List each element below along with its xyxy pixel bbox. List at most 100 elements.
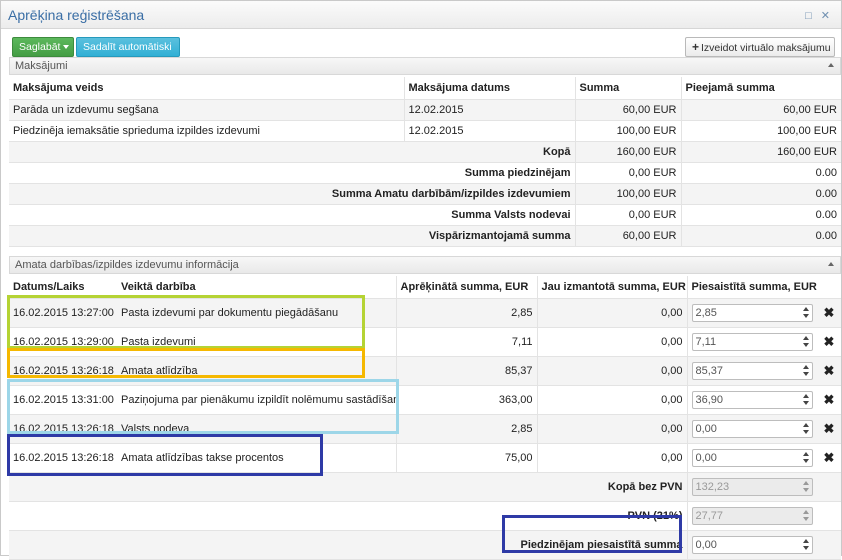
remove-icon[interactable]: ✖ bbox=[817, 414, 841, 444]
payment-type: Parāda un izdevumu segšana bbox=[9, 99, 404, 121]
window-controls[interactable]: □ ✕ bbox=[805, 9, 833, 22]
summary-available: 0.00 bbox=[680, 225, 841, 247]
title-bar: Aprēķina reģistrēšana □ ✕ bbox=[1, 1, 841, 29]
table-row[interactable]: 16.02.2015 13:26:18 Amata atlīdzība 85,3… bbox=[9, 356, 841, 386]
payments-header-row: Maksājuma veids Maksājuma datums Summa P… bbox=[9, 77, 841, 100]
assigned-amount-stepper[interactable] bbox=[691, 332, 813, 351]
column-header[interactable]: Jau izmantotā summa, EUR bbox=[536, 276, 687, 299]
assigned-amount-input[interactable] bbox=[692, 420, 812, 437]
column-header[interactable]: Piesaistītā summa, EUR bbox=[686, 276, 817, 299]
creditor-assigned-input[interactable] bbox=[692, 536, 812, 553]
payment-amount: 100,00 EUR bbox=[574, 120, 681, 142]
summary-amount: 100,00 EUR bbox=[574, 183, 681, 205]
assigned-amount-stepper[interactable] bbox=[691, 448, 813, 467]
activity-action: Paziņojuma par pienākumu izpildīt nolēmu… bbox=[117, 385, 396, 415]
create-virtual-payment-label: Izveidot virtuālo maksājumu bbox=[701, 42, 831, 54]
summary-label: Vispārizmantojamā summa bbox=[9, 225, 575, 247]
table-row[interactable]: 16.02.2015 13:26:18 Valsts nodeva 2,85 0… bbox=[9, 414, 841, 444]
totals-row: Kopā bez PVN bbox=[9, 472, 841, 502]
remove-icon[interactable]: ✖ bbox=[817, 443, 841, 473]
assigned-amount-input[interactable] bbox=[692, 449, 812, 466]
assigned-amount-stepper[interactable] bbox=[691, 361, 813, 380]
total-label: Kopā bez PVN bbox=[9, 472, 687, 502]
remove-icon[interactable]: ✖ bbox=[817, 385, 841, 415]
assigned-amount-input[interactable] bbox=[692, 304, 812, 321]
summary-row: Summa Valsts nodevai 0,00 EUR 0.00 bbox=[9, 204, 841, 226]
summary-label: Kopā bbox=[9, 141, 575, 163]
spinner-arrows-icon[interactable] bbox=[803, 306, 809, 318]
payment-available: 60,00 EUR bbox=[680, 99, 841, 121]
activity-action: Amata atlīdzības takse procentos bbox=[117, 443, 396, 473]
summary-amount: 60,00 EUR bbox=[574, 225, 681, 247]
activity-calculated: 7,11 bbox=[395, 327, 537, 357]
spinner-arrows-icon[interactable] bbox=[803, 364, 809, 376]
table-row[interactable]: 16.02.2015 13:26:18 Amata atlīdzības tak… bbox=[9, 443, 841, 473]
assigned-amount-input[interactable] bbox=[692, 333, 812, 350]
creditor-assigned-stepper[interactable] bbox=[691, 535, 813, 554]
summary-available: 160,00 EUR bbox=[680, 141, 841, 163]
remove-icon[interactable]: ✖ bbox=[817, 356, 841, 386]
table-row[interactable]: 16.02.2015 13:27:00 Pasta izdevumi par d… bbox=[9, 298, 841, 328]
total-without-vat-input bbox=[692, 478, 812, 495]
table-row[interactable]: 16.02.2015 13:31:00 Paziņojuma par pienā… bbox=[9, 385, 841, 415]
activities-section-header[interactable]: Amata darbības/izpildes izdevumu informā… bbox=[9, 256, 841, 274]
activity-datetime: 16.02.2015 13:29:00 bbox=[9, 327, 117, 357]
assigned-amount-stepper[interactable] bbox=[691, 419, 813, 438]
total-label: Piedzinējam piesaistītā summa bbox=[9, 530, 687, 560]
spinner-arrows-icon[interactable] bbox=[803, 422, 809, 434]
window: Aprēķina reģistrēšana □ ✕ Saglabāt Sadal… bbox=[0, 0, 842, 560]
remove-icon[interactable]: ✖ bbox=[817, 298, 841, 328]
collapse-icon[interactable] bbox=[828, 63, 834, 67]
assigned-amount-input[interactable] bbox=[692, 362, 812, 379]
summary-amount: 0,00 EUR bbox=[574, 204, 681, 226]
activities-header-row: Datums/Laiks Veiktā darbība Aprēķinātā s… bbox=[9, 276, 841, 299]
activity-calculated: 75,00 bbox=[395, 443, 537, 473]
column-header[interactable]: Maksājuma datums bbox=[403, 77, 575, 100]
activity-used: 0,00 bbox=[536, 443, 687, 473]
auto-split-button[interactable]: Sadalīt automātiski bbox=[76, 37, 180, 57]
payment-date: 12.02.2015 bbox=[403, 120, 575, 142]
summary-row: Summa piedzinējam 0,00 EUR 0.00 bbox=[9, 162, 841, 184]
spinner-arrows-icon[interactable] bbox=[803, 393, 809, 405]
total-label: PVN (21%) bbox=[9, 501, 687, 531]
table-row[interactable]: Piedzinēja iemaksātie sprieduma izpildes… bbox=[9, 120, 841, 142]
summary-label: Summa Valsts nodevai bbox=[9, 204, 575, 226]
summary-row: Vispārizmantojamā summa 60,00 EUR 0.00 bbox=[9, 225, 841, 247]
summary-row: Summa Amatu darbībām/izpildes izdevumiem… bbox=[9, 183, 841, 205]
create-virtual-payment-button[interactable]: + Izveidot virtuālo maksājumu bbox=[685, 37, 835, 57]
column-header[interactable]: Veiktā darbība bbox=[117, 276, 396, 299]
activity-calculated: 85,37 bbox=[395, 356, 537, 386]
activity-used: 0,00 bbox=[536, 385, 687, 415]
spinner-arrows-icon[interactable] bbox=[803, 451, 809, 463]
collapse-icon[interactable] bbox=[828, 262, 834, 266]
column-header[interactable]: Summa bbox=[574, 77, 681, 100]
summary-amount: 0,00 EUR bbox=[574, 162, 681, 184]
summary-available: 0.00 bbox=[680, 162, 841, 184]
activities-section-title: Amata darbības/izpildes izdevumu informā… bbox=[15, 259, 239, 271]
spinner-arrows-icon[interactable] bbox=[803, 538, 809, 550]
remove-icon[interactable]: ✖ bbox=[817, 327, 841, 357]
chevron-down-icon bbox=[63, 45, 70, 50]
activity-calculated: 2,85 bbox=[395, 298, 537, 328]
summary-available: 0.00 bbox=[680, 183, 841, 205]
table-row[interactable]: Parāda un izdevumu segšana 12.02.2015 60… bbox=[9, 99, 841, 121]
save-button[interactable]: Saglabāt bbox=[12, 37, 74, 57]
summary-row: Kopā 160,00 EUR 160,00 EUR bbox=[9, 141, 841, 163]
activity-action: Pasta izdevumi par dokumentu piegādāšanu bbox=[117, 298, 396, 328]
spinner-arrows-icon[interactable] bbox=[803, 335, 809, 347]
column-header[interactable]: Pieejamā summa bbox=[680, 77, 841, 100]
column-header[interactable]: Maksājuma veids bbox=[9, 77, 404, 100]
column-header[interactable]: Datums/Laiks bbox=[9, 276, 117, 299]
spinner-arrows-icon bbox=[803, 509, 809, 521]
assigned-amount-stepper[interactable] bbox=[691, 303, 813, 322]
activities-table: Datums/Laiks Veiktā darbība Aprēķinātā s… bbox=[9, 276, 841, 560]
column-header[interactable]: Aprēķinātā summa, EUR bbox=[395, 276, 537, 299]
totals-row: PVN (21%) bbox=[9, 501, 841, 531]
payments-section-header[interactable]: Maksājumi bbox=[9, 57, 841, 75]
table-row[interactable]: 16.02.2015 13:29:00 Pasta izdevumi 7,11 … bbox=[9, 327, 841, 357]
assigned-amount-stepper[interactable] bbox=[691, 390, 813, 409]
plus-icon: + bbox=[692, 40, 700, 54]
activity-datetime: 16.02.2015 13:31:00 bbox=[9, 385, 117, 415]
spinner-arrows-icon bbox=[803, 480, 809, 492]
assigned-amount-input[interactable] bbox=[692, 391, 812, 408]
